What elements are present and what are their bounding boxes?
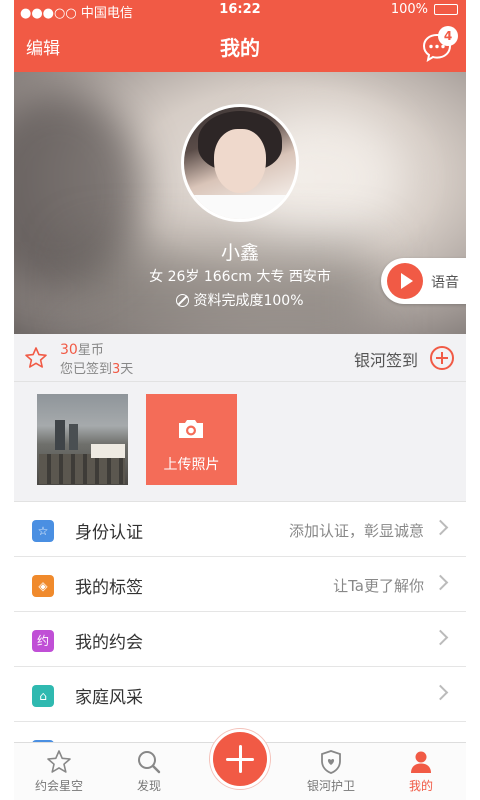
signed-suffix: 天 [120,362,134,377]
tab-label: 我的 [408,779,433,793]
list-item-hint: 让Ta更了解你 [333,577,424,595]
tab-mine[interactable]: 我的 [376,749,466,794]
tab-label: 约会星空 [34,779,83,793]
upload-label: 上传照片 [163,457,220,473]
list-item-label: 我的约会 [75,633,143,653]
signed-days-label: 您已签到3天 [60,358,133,377]
search-icon [138,751,161,774]
camera-icon [179,420,203,438]
coins-label: 30星币 [60,339,104,358]
star-icon [47,750,71,773]
tab-dating-stars[interactable]: 约会星空 [14,749,104,794]
list-item-label: 身份认证 [75,523,143,543]
play-icon [387,263,423,299]
tab-bar: 约会星空 发现 银河护卫 我的 [14,729,466,800]
tab-discover[interactable]: 发现 [104,749,194,794]
list-item-dates[interactable]: 约 我的约会 [14,612,466,667]
tab-label: 发现 [136,779,161,793]
date-icon: 约 [32,630,54,652]
add-button[interactable] [210,729,270,789]
tab-label: 银河护卫 [306,779,355,793]
tab-galaxy-guard[interactable]: 银河护卫 [286,749,376,794]
battery-percent: 100% [390,2,428,17]
tag-icon: ◈ [32,575,54,597]
person-icon [411,751,431,773]
chevron-right-icon [432,684,449,701]
star-icon [25,347,47,368]
photo-strip: 上传照片 [14,382,466,502]
completeness-icon [176,294,190,307]
list-item-label: 我的标签 [75,578,143,598]
chevron-right-icon [432,574,449,591]
message-badge: 4 [438,26,458,46]
voice-button[interactable]: 语音 [381,258,466,304]
chevron-right-icon [432,519,449,536]
star-icon: ☆ [32,520,54,542]
upload-photo-button[interactable]: 上传照片 [146,394,237,485]
list-item-hint: 添加认证，彰显诚意 [288,522,424,540]
shield-icon [321,750,341,774]
home-icon: ⌂ [32,685,54,707]
page-title: 我的 [220,36,260,60]
battery-icon [434,4,458,15]
checkin-bar: 30星币 您已签到3天 银河签到 [14,334,466,382]
coins-unit: 星币 [77,343,104,358]
list-item-identity[interactable]: ☆ 身份认证 添加认证，彰显诚意 [14,502,466,557]
photo-thumbnail[interactable] [37,394,128,485]
message-button[interactable]: 4 [422,26,458,63]
plus-circle-icon[interactable] [430,346,454,370]
avatar[interactable] [181,104,299,222]
app-screen: ●●●○○ 中国电信 16:22 100% 编辑 我的 4 小鑫 女 26岁 1… [14,0,466,800]
list-item-family[interactable]: ⌂ 家庭风采 [14,667,466,722]
signed-prefix: 您已签到 [60,362,113,377]
profile-header: 小鑫 女 26岁 166cm 大专 西安市 资料完成度100% 语音 [14,72,466,334]
nav-bar: 编辑 我的 4 [14,20,466,72]
galaxy-sign-label[interactable]: 银河签到 [354,347,418,371]
chevron-right-icon [432,629,449,646]
voice-label: 语音 [431,275,459,291]
status-bar: ●●●○○ 中国电信 16:22 100% [14,0,466,21]
coins-value: 30 [60,342,78,358]
completeness-text: 资料完成度100% [193,293,304,309]
battery-indicator: 100% [391,2,458,17]
list-item-label: 家庭风采 [75,688,143,708]
list-item-tags[interactable]: ◈ 我的标签 让Ta更了解你 [14,557,466,612]
